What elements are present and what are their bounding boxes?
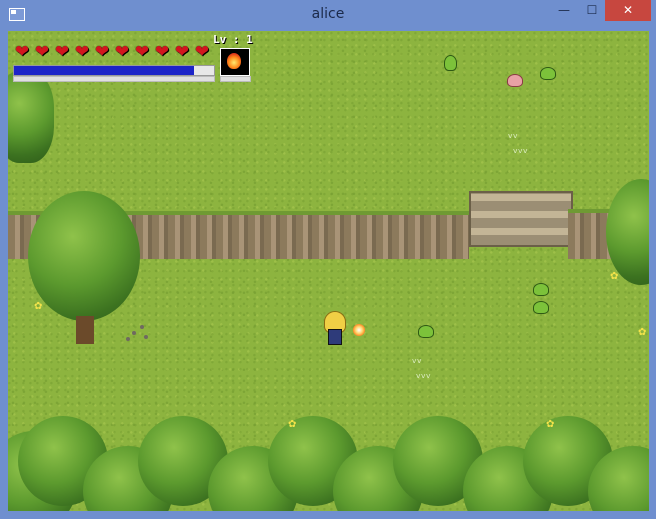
- mana-bar: [13, 65, 215, 76]
- slime-enemy: [533, 301, 549, 314]
- heart-icon: ❤: [54, 42, 70, 62]
- slime-enemy: [444, 55, 457, 71]
- tree-large-left: [28, 191, 140, 321]
- title-bar[interactable]: alice — ☐ ✕: [0, 0, 656, 31]
- slime-enemy: [540, 67, 556, 80]
- close-button[interactable]: ✕: [605, 0, 651, 21]
- pink-slime-enemy: [507, 74, 523, 87]
- pebble: [140, 325, 144, 329]
- tree-trunk: [76, 316, 94, 344]
- heart-icon: ❤: [94, 42, 110, 62]
- game-window: alice — ☐ ✕ ᵥᵥ ᵥᵥᵥ ᵥᵥ ᵥᵥᵥ ✿ ✿ ✿ ✿ ✿ ❤ ❤ …: [0, 0, 656, 519]
- experience-bar: [13, 76, 215, 82]
- pebble: [132, 331, 136, 335]
- minimize-button[interactable]: —: [549, 0, 579, 21]
- skill-slot: [220, 48, 250, 76]
- mana-bar-fill: [14, 66, 194, 75]
- heart-icon: ❤: [34, 42, 50, 62]
- heart-icon: ❤: [114, 42, 130, 62]
- heart-icon: ❤: [174, 42, 190, 62]
- slime-enemy: [418, 325, 434, 338]
- flower: ✿: [638, 327, 647, 338]
- game-viewport[interactable]: ᵥᵥ ᵥᵥᵥ ᵥᵥ ᵥᵥᵥ ✿ ✿ ✿ ✿ ✿ ❤ ❤ ❤ ❤ ❤ ❤ ❤ ❤ ❤ ❤ Lv : …: [8, 31, 649, 511]
- maximize-button[interactable]: ☐: [579, 0, 605, 21]
- skill-cooldown-bar: [220, 76, 251, 82]
- tree-top-left: [8, 71, 54, 163]
- heart-icon: ❤: [134, 42, 150, 62]
- level-indicator: Lv : 1: [213, 33, 253, 46]
- flower: ✿: [610, 271, 619, 282]
- health-hearts: ❤ ❤ ❤ ❤ ❤ ❤ ❤ ❤ ❤ ❤: [13, 44, 211, 62]
- heart-icon: ❤: [14, 42, 30, 62]
- fire-icon: [227, 53, 241, 69]
- flower: ✿: [34, 301, 43, 312]
- slime-enemy: [533, 283, 549, 296]
- fireball-projectile: [353, 324, 365, 336]
- pebble: [144, 335, 148, 339]
- grass-tuft: ᵥᵥ: [508, 127, 519, 141]
- stone-stairs: [469, 191, 573, 247]
- grass-tuft: ᵥᵥ: [412, 352, 423, 366]
- flower: ✿: [546, 419, 555, 430]
- grass-tuft: ᵥᵥᵥ: [513, 142, 529, 156]
- heart-icon: ❤: [194, 42, 210, 62]
- heart-icon: ❤: [154, 42, 170, 62]
- player-body: [328, 329, 342, 345]
- flower: ✿: [288, 419, 297, 430]
- pebble: [126, 337, 130, 341]
- grass-tuft: ᵥᵥᵥ: [416, 367, 432, 381]
- alice-player: [322, 311, 346, 345]
- heart-icon: ❤: [74, 42, 90, 62]
